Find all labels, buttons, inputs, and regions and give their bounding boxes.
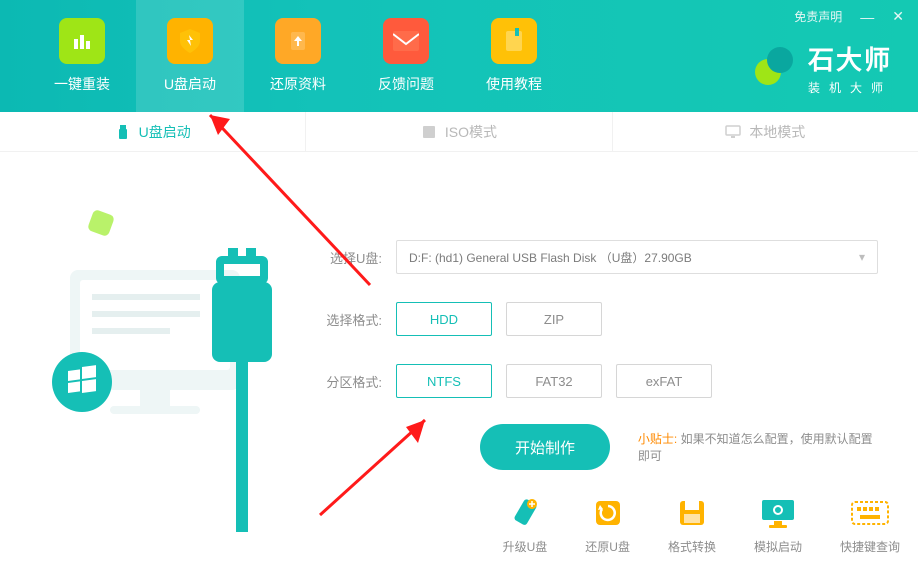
sc-label: 模拟启动 — [754, 538, 802, 555]
usb-upgrade-icon — [505, 496, 545, 530]
usb-computer-illustration-icon — [0, 152, 300, 572]
opt-label: NTFS — [427, 374, 461, 389]
opt-label: ZIP — [544, 312, 564, 327]
bar-chart-icon — [59, 18, 105, 64]
start-label: 开始制作 — [515, 437, 575, 458]
sc-label: 还原U盘 — [585, 538, 630, 555]
nav-label: 一键重装 — [54, 74, 110, 94]
partition-option-exfat[interactable]: exFAT — [616, 364, 712, 398]
shortcut-format-convert[interactable]: 格式转换 — [668, 496, 716, 555]
hint-text: 小贴士: 如果不知道怎么配置，使用默认配置即可 — [638, 430, 878, 464]
tab-label: U盘启动 — [139, 122, 191, 142]
nav-usb-boot[interactable]: U盘启动 — [136, 0, 244, 112]
label-partition: 分区格式: — [312, 372, 382, 391]
floppy-icon — [672, 496, 712, 530]
brand-logo-icon — [752, 44, 796, 93]
tab-usb-boot[interactable]: U盘启动 — [0, 112, 305, 151]
sc-label: 格式转换 — [668, 538, 716, 555]
nav-feedback[interactable]: 反馈问题 — [352, 0, 460, 112]
nav-tutorial[interactable]: 使用教程 — [460, 0, 568, 112]
label-select-usb: 选择U盘: — [312, 248, 382, 267]
opt-label: exFAT — [646, 374, 683, 389]
minimize-button[interactable]: — — [860, 9, 874, 25]
monitor-icon — [725, 124, 741, 140]
shortcut-simulate-boot[interactable]: 模拟启动 — [754, 496, 802, 555]
tab-iso[interactable]: ISO模式 — [305, 112, 611, 151]
restore-icon — [588, 496, 628, 530]
sc-label: 快捷键查询 — [840, 538, 900, 555]
chevron-down-icon: ▾ — [859, 250, 865, 264]
nav-reinstall[interactable]: 一键重装 — [28, 0, 136, 112]
usb-drive-select[interactable]: D:F: (hd1) General USB Flash Disk （U盘）27… — [396, 240, 878, 274]
close-button[interactable]: ✕ — [892, 8, 904, 25]
config-form: 选择U盘: D:F: (hd1) General USB Flash Disk … — [300, 152, 918, 579]
keyboard-icon — [850, 496, 890, 530]
hint-key: 小贴士: — [638, 432, 677, 446]
format-option-hdd[interactable]: HDD — [396, 302, 492, 336]
shortcut-hotkey-query[interactable]: 快捷键查询 — [840, 496, 900, 555]
nav-restore[interactable]: 还原资料 — [244, 0, 352, 112]
usb-drive-value: D:F: (hd1) General USB Flash Disk （U盘）27… — [409, 249, 692, 266]
monitor-boot-icon — [758, 496, 798, 530]
shield-icon — [167, 18, 213, 64]
brand-subtitle: 装机大师 — [808, 79, 892, 96]
upload-file-icon — [275, 18, 321, 64]
disclaimer-link[interactable]: 免责声明 — [794, 8, 842, 25]
partition-option-fat32[interactable]: FAT32 — [506, 364, 602, 398]
partition-option-ntfs[interactable]: NTFS — [396, 364, 492, 398]
tab-label: 本地模式 — [749, 122, 805, 142]
shortcut-upgrade-usb[interactable]: 升级U盘 — [503, 496, 548, 555]
sc-label: 升级U盘 — [503, 538, 548, 555]
nav-label: 使用教程 — [486, 74, 542, 94]
illustration-panel — [0, 152, 300, 579]
book-icon — [491, 18, 537, 64]
iso-icon — [421, 124, 437, 140]
tab-local[interactable]: 本地模式 — [612, 112, 918, 151]
usb-icon — [115, 124, 131, 140]
start-create-button[interactable]: 开始制作 — [480, 424, 610, 470]
shortcut-restore-usb[interactable]: 还原U盘 — [585, 496, 630, 555]
opt-label: FAT32 — [535, 374, 572, 389]
nav-label: U盘启动 — [164, 74, 216, 94]
tool-shortcuts: 升级U盘 还原U盘 格式转换 模拟启动 — [503, 496, 900, 555]
label-format: 选择格式: — [312, 310, 382, 329]
app-header: 一键重装 U盘启动 还原资料 反馈问题 使用教程 — [0, 0, 918, 112]
main-nav: 一键重装 U盘启动 还原资料 反馈问题 使用教程 — [0, 0, 568, 112]
nav-label: 反馈问题 — [378, 74, 434, 94]
mode-tabs: U盘启动 ISO模式 本地模式 — [0, 112, 918, 152]
mail-icon — [383, 18, 429, 64]
format-option-zip[interactable]: ZIP — [506, 302, 602, 336]
window-controls: 免责声明 — ✕ — [794, 8, 904, 25]
opt-label: HDD — [430, 312, 458, 327]
tab-label: ISO模式 — [445, 122, 497, 142]
brand: 石大师 装机大师 — [752, 40, 892, 96]
nav-label: 还原资料 — [270, 74, 326, 94]
main-area: 选择U盘: D:F: (hd1) General USB Flash Disk … — [0, 152, 918, 579]
brand-title: 石大师 — [808, 40, 892, 77]
